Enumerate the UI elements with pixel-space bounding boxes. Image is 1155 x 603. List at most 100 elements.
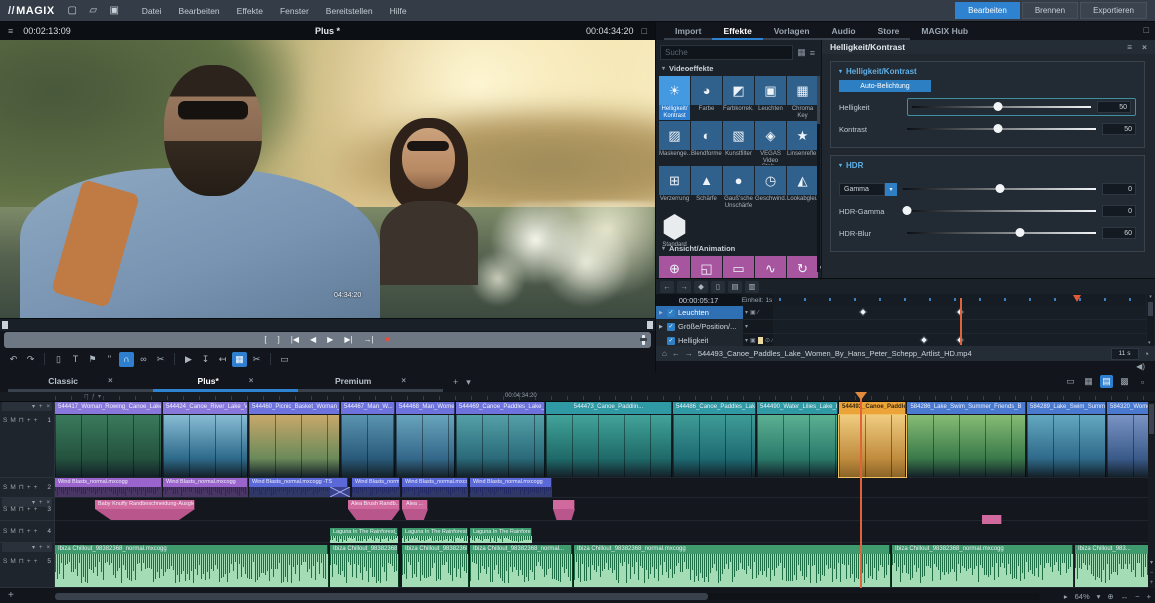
mouse-mode-all-button[interactable]: ↤ [215, 352, 230, 367]
video-clip-thumbnails[interactable] [1027, 415, 1106, 477]
solo-button[interactable]: S [3, 528, 7, 535]
slider-value[interactable]: 50 [1102, 123, 1136, 135]
unit-selector[interactable]: Einheit:1s [741, 294, 773, 306]
grid-view-icon[interactable]: ▦ [797, 47, 806, 58]
effect-standard[interactable]: Standard [659, 212, 690, 248]
group-button[interactable]: ∞ [136, 352, 151, 367]
video-clip-thumbnails[interactable] [673, 415, 756, 477]
audio-clip-label[interactable]: Wind Blasts_norm... [352, 478, 400, 487]
effect-linsenreflexe[interactable]: ★Linsenrefle... [787, 121, 818, 165]
row-option-icon[interactable]: ▣ [750, 309, 756, 316]
menu-datei[interactable]: Datei [142, 6, 162, 16]
range-button[interactable]: ▭ [277, 352, 292, 367]
effect-leuchten[interactable]: ▣Leuchten [755, 76, 786, 120]
keyframe-row-greposition[interactable]: ▶✓Größe/Position/...▾ [656, 320, 1146, 334]
zoom-preset-dropdown[interactable]: ▾ [1097, 592, 1101, 601]
slider-value[interactable]: 50 [1097, 101, 1131, 113]
zoom-range-button[interactable]: ↔ [1121, 592, 1129, 601]
audio-clip-label[interactable]: Ibiza Chillout_98382368_normal.mxcogg [55, 545, 328, 554]
mute-button[interactable]: M [10, 417, 15, 424]
range-end-button[interactable]: ] [278, 332, 280, 348]
audio-clip-label[interactable]: Laguna In The Rainfores... [470, 528, 532, 536]
row-option-icon[interactable]: ▣ [750, 337, 756, 344]
speaker-icon[interactable]: ◀) [1136, 362, 1145, 371]
video-clip-thumbnails[interactable] [249, 415, 340, 477]
video-clip-label[interactable]: 544424_Canoe_River_Lake_Veg... [163, 402, 248, 414]
title-clip-body[interactable] [553, 509, 575, 520]
slider-track[interactable] [907, 124, 1096, 134]
panel-close-icon[interactable]: × [1142, 42, 1147, 52]
row-option-icon[interactable]: ▾ [745, 309, 748, 316]
lock-icon[interactable]: ⊓ [19, 557, 24, 565]
audio-clip-label[interactable]: Laguna In The Rainforest_n... [330, 528, 398, 536]
track-close-icon[interactable]: × [46, 404, 50, 410]
zoom-out-button[interactable]: − [1135, 592, 1139, 601]
mouse-mode-single-button[interactable]: ↧ [198, 352, 213, 367]
effect-maskengenerator[interactable]: ▨Maskenge... [659, 121, 690, 165]
effect-schaerfe[interactable]: ▲Schärfe [691, 166, 722, 210]
video-clip-thumbnails[interactable] [907, 415, 1026, 477]
keyframe-row-leuchten[interactable]: ▶✓Leuchten▾▣∕ [656, 306, 1146, 320]
section-header-videoeffekte[interactable]: ▾ Videoeffekte [662, 64, 713, 73]
effect-gauss-unschaerfe[interactable]: ●Gauß'sche Unschärfe [723, 166, 754, 210]
expand-icon[interactable]: ▶ [659, 324, 664, 330]
track-add-icon[interactable]: + [34, 484, 38, 491]
undock-icon[interactable]: □ [1144, 25, 1149, 35]
sort-icon[interactable]: ≡ [810, 48, 815, 58]
scrub-handle-right[interactable] [647, 321, 653, 329]
audio-clip-label[interactable]: Wind Blasts_normal.mxcogg [470, 478, 552, 487]
marker-button[interactable]: ⚑ [85, 352, 100, 367]
next-object-icon[interactable]: → [685, 349, 693, 358]
tab-effekte[interactable]: Effekte [712, 26, 762, 40]
color-swatch[interactable] [758, 337, 763, 344]
track-fx-icon[interactable]: + [27, 484, 31, 491]
play-button[interactable]: ▶ [327, 332, 333, 348]
slider-thumb[interactable] [993, 102, 1002, 111]
search-input[interactable] [660, 45, 793, 60]
audio-clip-label[interactable]: Ibiza Chillout_98382368_normal... [470, 545, 572, 554]
track-fx-icon[interactable]: + [27, 506, 31, 513]
keyframe-scrollbar[interactable]: ▾▾ [1147, 294, 1154, 346]
video-clip-thumbnails[interactable] [163, 415, 248, 477]
range-start-button[interactable]: [ [264, 332, 266, 348]
row-checkbox[interactable]: ✓ [667, 337, 675, 345]
detail-view-button[interactable]: ▫ [1136, 375, 1149, 388]
timeline-view-button[interactable]: ▤ [1100, 375, 1113, 388]
razor-button[interactable]: ✂ [249, 352, 264, 367]
title-editor-button[interactable]: T [68, 352, 83, 367]
timeline-vertical-scrollbar[interactable]: ▾−+ [1148, 402, 1155, 588]
effect-geschwindigkeit[interactable]: ◷Geschwind... [755, 166, 786, 210]
track-add-icon[interactable]: + [34, 506, 38, 513]
audio-clip-label[interactable]: Wind Blasts_normal.mxcogg [55, 478, 162, 487]
slider-value[interactable]: 60 [1102, 227, 1136, 239]
object-mode-button[interactable]: ▦ [232, 352, 247, 367]
redo-button[interactable]: ↷ [23, 352, 38, 367]
auto-belichtung-button[interactable]: Auto-Belichtung [839, 80, 931, 92]
audio-clip-label[interactable]: Ibiza Chillout_983... [1075, 545, 1148, 554]
audio-clip-label[interactable]: Wind Blasts_normal.mxcogg -TS [249, 478, 348, 487]
chapter-marker-button[interactable]: " [102, 352, 117, 367]
multicam-view-button[interactable]: ▩ [1118, 375, 1131, 388]
mouse-mode-button[interactable]: ▶ [181, 352, 196, 367]
menu-bereitstellen[interactable]: Bereitstellen [326, 6, 373, 16]
video-clip-label[interactable]: 584286_Lake_Swim_Summer_Friends_B [907, 402, 1026, 414]
browser-scrollbar[interactable] [817, 76, 820, 272]
title-clip-body[interactable] [348, 509, 400, 520]
track-add-icon[interactable]: + [39, 545, 43, 551]
bearbeiten-mode-button[interactable]: Bearbeiten [955, 2, 1020, 19]
effect-kunstfilter[interactable]: ▧Kunstfilter [723, 121, 754, 165]
keyframe-diamond[interactable] [920, 336, 928, 344]
row-checkbox[interactable]: ✓ [667, 323, 675, 331]
mute-button[interactable]: M [10, 558, 15, 565]
video-clip-thumbnails[interactable] [55, 415, 162, 477]
jump-end-button[interactable]: →| [364, 332, 374, 348]
title-clip-label[interactable] [553, 500, 575, 509]
tab-store[interactable]: Store [867, 26, 911, 40]
timeline-playhead-marker[interactable] [855, 392, 867, 400]
timeline-playhead[interactable] [860, 392, 862, 588]
tab-import[interactable]: Import [664, 26, 712, 40]
effect-verzerrung[interactable]: ⊞Verzerrung [659, 166, 690, 210]
video-clip-label[interactable]: 544493_Canoe_Paddles_... [839, 402, 906, 414]
timeline-tab-classic[interactable]: Classic× [8, 372, 153, 392]
video-clip-label[interactable]: 544417_Woman_Rowing_Canoe_Lake_By_H... [55, 402, 162, 414]
